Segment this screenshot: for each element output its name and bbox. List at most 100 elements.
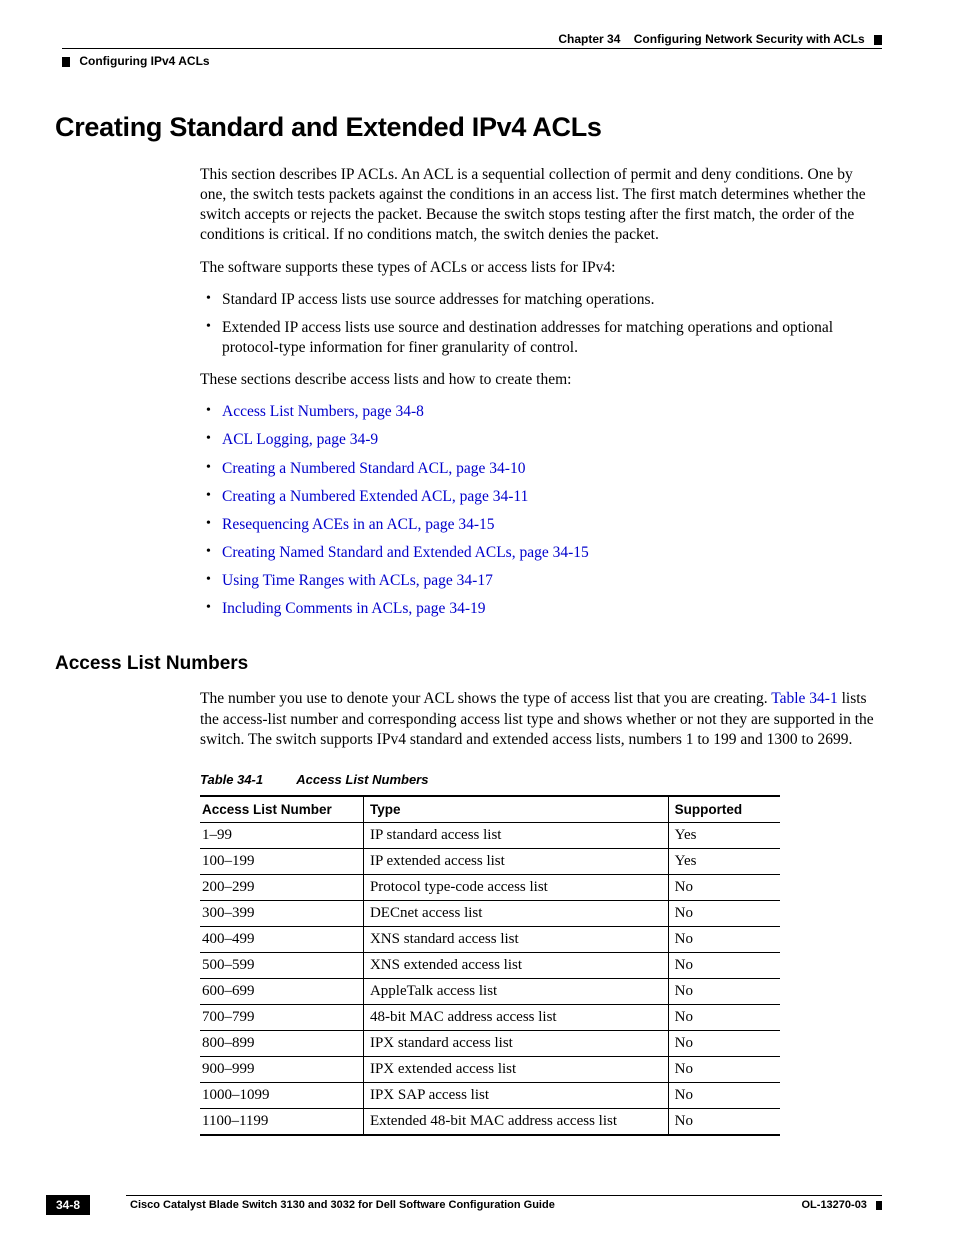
paragraph: The number you use to denote your ACL sh… [200,689,882,749]
col-header: Access List Number [200,796,363,823]
table-cell: IPX standard access list [363,1030,668,1056]
table-row: 1–99IP standard access listYes [200,822,780,848]
cross-ref-link[interactable]: Creating Named Standard and Extended ACL… [222,544,589,561]
cross-ref-link[interactable]: Creating a Numbered Standard ACL, page 3… [222,460,525,477]
paragraph: These sections describe access lists and… [200,370,882,390]
table-cell: No [668,926,780,952]
list-item: Creating a Numbered Standard ACL, page 3… [200,459,882,479]
table-row: 400–499XNS standard access listNo [200,926,780,952]
table-row: 900–999IPX extended access listNo [200,1056,780,1082]
table-cell: No [668,952,780,978]
table-cell: Protocol type-code access list [363,874,668,900]
table-cell: IP extended access list [363,848,668,874]
table-row: 1000–1099IPX SAP access listNo [200,1082,780,1108]
table-header-row: Access List Number Type Supported [200,796,780,823]
bullet-list-links: Access List Numbers, page 34-8 ACL Loggi… [200,402,882,619]
header-bar-icon [874,35,882,45]
table-row: 600–699AppleTalk access listNo [200,978,780,1004]
table-cell: No [668,1082,780,1108]
table-cell: Yes [668,822,780,848]
table-cell: DECnet access list [363,900,668,926]
header-rule [62,48,882,49]
table-caption: Table 34-1 Access List Numbers [200,772,882,787]
header-bar-icon [62,57,70,67]
table-cell: 800–899 [200,1030,363,1056]
table-cell: Yes [668,848,780,874]
list-item: ACL Logging, page 34-9 [200,430,882,450]
list-item: Including Comments in ACLs, page 34-19 [200,599,882,619]
cross-ref-link[interactable]: Using Time Ranges with ACLs, page 34-17 [222,572,493,589]
table-cell: No [668,1004,780,1030]
table-cell: No [668,978,780,1004]
table-cell: 1000–1099 [200,1082,363,1108]
table-cell: Extended 48-bit MAC address access list [363,1108,668,1135]
chapter-title: Configuring Network Security with ACLs [634,32,865,46]
table-cell: No [668,874,780,900]
table-cell: 300–399 [200,900,363,926]
page-content: Creating Standard and Extended IPv4 ACLs… [55,112,882,1136]
heading-2: Access List Numbers [55,653,882,675]
list-item: Creating Named Standard and Extended ACL… [200,543,882,563]
body-block: This section describes IP ACLs. An ACL i… [200,165,882,619]
book-title: Cisco Catalyst Blade Switch 3130 and 303… [130,1199,882,1211]
table-ref-link[interactable]: Table 34-1 [771,690,838,707]
table-row: 200–299Protocol type-code access listNo [200,874,780,900]
table-row: 700–79948-bit MAC address access listNo [200,1004,780,1030]
section-title: Configuring IPv4 ACLs [79,54,209,68]
list-item: Creating a Numbered Extended ACL, page 3… [200,487,882,507]
table-cell: AppleTalk access list [363,978,668,1004]
access-list-table: Access List Number Type Supported 1–99IP… [200,795,780,1136]
table-cell: No [668,1056,780,1082]
running-header-right: Chapter 34 Configuring Network Security … [558,32,882,46]
table-row: 1100–1199Extended 48-bit MAC address acc… [200,1108,780,1135]
list-item: Extended IP access lists use source and … [200,318,882,358]
table-cell: 900–999 [200,1056,363,1082]
chapter-label: Chapter 34 [558,32,620,46]
list-item: Resequencing ACEs in an ACL, page 34-15 [200,515,882,535]
table-row: 500–599XNS extended access listNo [200,952,780,978]
footer-bar-icon [876,1201,882,1210]
document-id: OL-13270-03 [802,1199,883,1211]
table-cell: XNS extended access list [363,952,668,978]
col-header: Type [363,796,668,823]
heading-1: Creating Standard and Extended IPv4 ACLs [55,112,882,143]
table-title: Access List Numbers [296,772,428,787]
table-cell: 600–699 [200,978,363,1004]
list-item: Access List Numbers, page 34-8 [200,402,882,422]
table-cell: 500–599 [200,952,363,978]
table-cell: 200–299 [200,874,363,900]
table-row: 800–899IPX standard access listNo [200,1030,780,1056]
paragraph: This section describes IP ACLs. An ACL i… [200,165,882,246]
table-number: Table 34-1 [200,772,263,787]
table-cell: IP standard access list [363,822,668,848]
table-cell: 48-bit MAC address access list [363,1004,668,1030]
cross-ref-link[interactable]: ACL Logging, page 34-9 [222,431,378,448]
table-cell: 100–199 [200,848,363,874]
cross-ref-link[interactable]: Access List Numbers, page 34-8 [222,403,424,420]
bullet-list: Standard IP access lists use source addr… [200,290,882,358]
table-cell: 700–799 [200,1004,363,1030]
cross-ref-link[interactable]: Including Comments in ACLs, page 34-19 [222,600,485,617]
table-cell: XNS standard access list [363,926,668,952]
table-cell: 1100–1199 [200,1108,363,1135]
running-header-left: Configuring IPv4 ACLs [62,54,210,68]
page-footer: Cisco Catalyst Blade Switch 3130 and 303… [46,1195,882,1211]
table-cell: No [668,1108,780,1135]
table-cell: 1–99 [200,822,363,848]
table-row: 100–199IP extended access listYes [200,848,780,874]
list-item: Using Time Ranges with ACLs, page 34-17 [200,571,882,591]
table-cell: No [668,1030,780,1056]
table-row: 300–399DECnet access listNo [200,900,780,926]
table-cell: IPX extended access list [363,1056,668,1082]
text-run: The number you use to denote your ACL sh… [200,690,771,707]
body-block: The number you use to denote your ACL sh… [200,689,882,1135]
footer-rule [126,1195,882,1196]
table-cell: IPX SAP access list [363,1082,668,1108]
cross-ref-link[interactable]: Resequencing ACEs in an ACL, page 34-15 [222,516,495,533]
cross-ref-link[interactable]: Creating a Numbered Extended ACL, page 3… [222,488,528,505]
doc-id-text: OL-13270-03 [802,1199,867,1211]
paragraph: The software supports these types of ACL… [200,258,882,278]
page-number: 34-8 [46,1195,90,1215]
col-header: Supported [668,796,780,823]
list-item: Standard IP access lists use source addr… [200,290,882,310]
